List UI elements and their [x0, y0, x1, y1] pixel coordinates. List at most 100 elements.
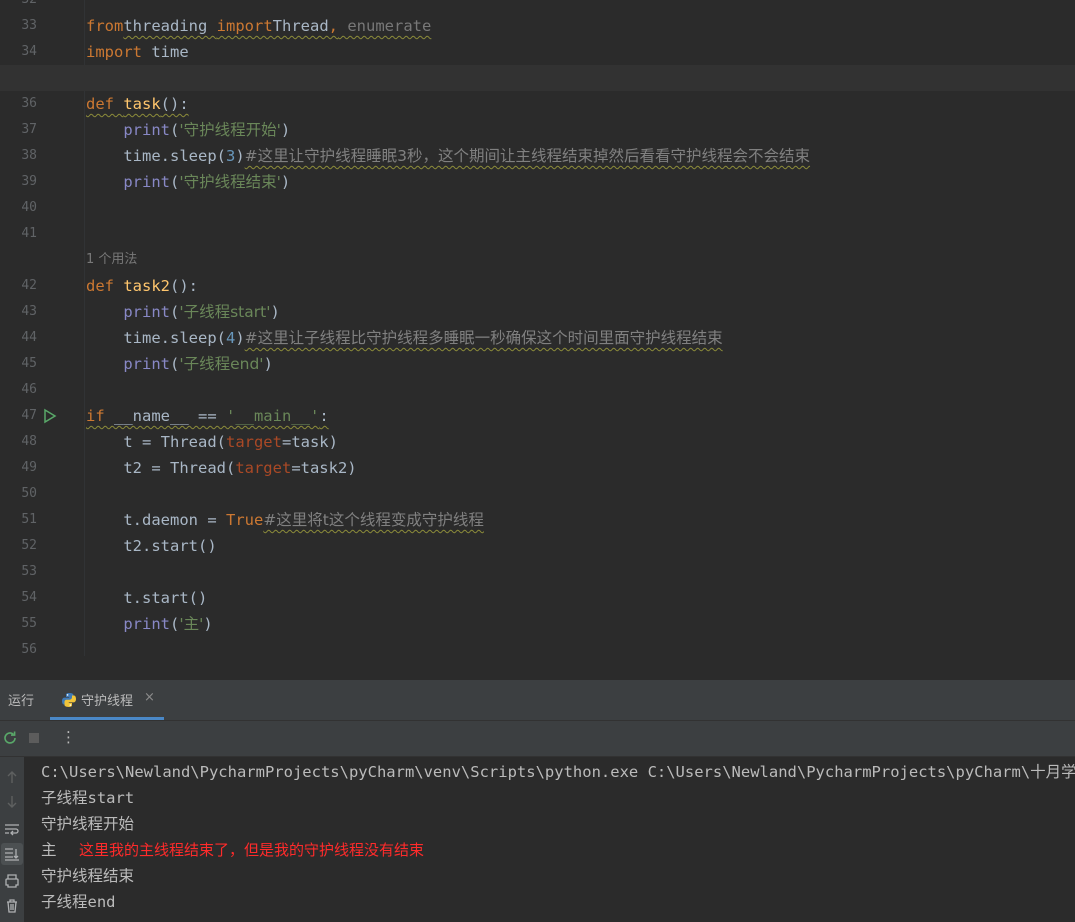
arrow-down-icon[interactable]: [4, 794, 20, 810]
line-number: 53: [21, 564, 37, 579]
code-token: task: [123, 95, 161, 113]
code-editor[interactable]: 3233343536373839404142434445464748495051…: [0, 0, 1075, 656]
code-token: if: [86, 407, 114, 425]
code-line[interactable]: print('守护线程开始'): [86, 117, 290, 143]
code-token: (: [170, 173, 180, 191]
line-number: 56: [21, 642, 37, 656]
code-token: =task2): [291, 459, 357, 477]
run-tool-title: 运行: [8, 694, 35, 709]
code-line[interactable]: import time: [86, 39, 189, 65]
print-icon[interactable]: [4, 873, 20, 889]
code-token: True: [225, 511, 264, 529]
code-token: '主': [179, 615, 204, 633]
line-number: 39: [21, 174, 37, 189]
code-token: 4: [225, 329, 236, 347]
code-token: def: [86, 95, 124, 113]
console-line: 子线程start: [41, 789, 135, 807]
code-token: 3: [225, 147, 236, 165]
code-line[interactable]: time.sleep(3)#这里让守护线程睡眠3秒，这个期间让主线程结束掉然后看…: [86, 143, 810, 169]
code-token: =task): [281, 433, 338, 451]
console-line: 守护线程开始: [41, 815, 135, 833]
code-token: task2: [123, 277, 170, 295]
line-number: 44: [21, 330, 37, 345]
code-token: Thread: [272, 17, 329, 35]
code-token: t.daemon =: [86, 511, 226, 529]
code-token: #这里让子线程比守护线程多睡眠一秒确保这个时间里面守护线程结束: [244, 329, 723, 347]
rerun-icon[interactable]: [2, 730, 18, 746]
code-token: (: [170, 121, 180, 139]
code-line[interactable]: t2 = Thread(target=task2): [86, 455, 357, 481]
line-number: 46: [21, 382, 37, 397]
code-token: __name__ ==: [114, 407, 226, 425]
line-number: 51: [21, 512, 37, 527]
line-number: 45: [21, 356, 37, 371]
code-token: (: [170, 615, 180, 633]
code-line[interactable]: print('主'): [86, 611, 213, 637]
scroll-to-end-icon: [5, 848, 19, 861]
console-output[interactable]: C:\Users\Newland\PycharmProjects\pyCharm…: [24, 757, 1075, 922]
soft-wrap-icon[interactable]: [4, 821, 20, 837]
code-line[interactable]: t = Thread(target=task): [86, 429, 338, 455]
line-number: 34: [21, 44, 37, 59]
code-line[interactable]: print('守护线程结束'): [86, 169, 290, 195]
arrow-up-icon[interactable]: [4, 769, 20, 785]
code-token: ): [263, 355, 273, 373]
code-token: ():: [160, 95, 189, 113]
gutter-separator: [84, 0, 85, 656]
code-token: print: [123, 121, 170, 139]
code-token: '__main__': [225, 407, 320, 425]
usage-hint[interactable]: 1 个用法: [86, 247, 137, 273]
code-line[interactable]: print('子线程end'): [86, 351, 273, 377]
code-token: t2 = Thread(: [86, 459, 236, 477]
line-number: 49: [21, 460, 37, 475]
line-number: 47: [21, 408, 37, 423]
code-token: time.sleep(: [86, 147, 226, 165]
console-side-toolbar: [0, 757, 24, 922]
stop-icon[interactable]: [26, 730, 42, 746]
code-token: ): [280, 173, 291, 191]
code-line[interactable]: print('子线程start'): [86, 299, 279, 325]
code-line[interactable]: t.start(): [86, 585, 207, 611]
line-number: 50: [21, 486, 37, 501]
code-token: t2.start(): [86, 537, 217, 555]
code-token: def: [86, 277, 124, 295]
tab-close-icon[interactable]: ×: [144, 690, 155, 705]
more-options-icon[interactable]: ⋮: [61, 728, 76, 746]
code-token: ): [203, 615, 213, 633]
code-line[interactable]: t.daemon = True#这里将t这个线程变成守护线程: [86, 507, 484, 533]
code-line[interactable]: if __name__ == '__main__':: [86, 403, 329, 429]
code-token: '子线程start': [179, 303, 271, 321]
code-token: print: [123, 615, 170, 633]
code-line[interactable]: def task():: [86, 91, 189, 117]
code-token: :: [319, 407, 329, 425]
code-token: print: [123, 173, 170, 191]
code-token: '子线程end': [179, 355, 264, 373]
code-token: print: [123, 303, 170, 321]
code-token: ():: [170, 277, 198, 295]
code-token: t = Thread(: [86, 433, 226, 451]
line-number: 41: [21, 226, 37, 241]
line-number: 38: [21, 148, 37, 163]
code-token: (: [170, 303, 180, 321]
code-token: #这里让守护线程睡眠3秒，这个期间让主线程结束掉然后看看守护线程会不会结束: [244, 147, 811, 165]
code-line[interactable]: time.sleep(4)#这里让子线程比守护线程多睡眠一秒确保这个时间里面守护…: [86, 325, 723, 351]
python-icon: [62, 693, 76, 707]
run-gutter-icon[interactable]: [42, 408, 58, 424]
code-line[interactable]: fromthreading importThread, enumerate: [86, 13, 431, 39]
code-token: time.sleep(: [86, 329, 226, 347]
code-token: from: [86, 17, 124, 35]
line-number: 37: [21, 122, 37, 137]
code-line[interactable]: def task2():: [86, 273, 198, 299]
code-token: import: [216, 17, 273, 35]
code-token: (: [170, 355, 180, 373]
tab-run-config[interactable]: 守护线程 ×: [50, 680, 164, 720]
code-token: t.start(): [86, 589, 208, 607]
scroll-to-end-toggle[interactable]: [1, 843, 23, 865]
line-number: 55: [21, 616, 37, 631]
trash-icon[interactable]: [4, 898, 20, 914]
line-number: 33: [21, 18, 37, 33]
code-token: target: [235, 459, 292, 477]
code-line[interactable]: t2.start(): [86, 533, 217, 559]
